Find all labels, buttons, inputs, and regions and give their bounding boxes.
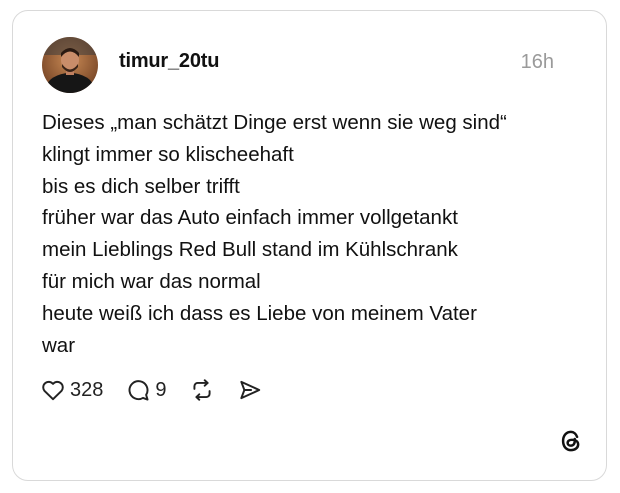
post-line: war (42, 333, 76, 357)
heart-icon (42, 380, 64, 401)
like-count: 328 (70, 378, 104, 401)
username[interactable]: timur_20tu (119, 50, 219, 73)
post-line: früher war das Auto einfach immer vollge… (42, 206, 458, 230)
reply-count: 9 (155, 378, 167, 401)
post-line: Dieses „man schätzt Dinge erst wenn sie … (42, 111, 507, 134)
share-button[interactable] (237, 377, 263, 403)
post-line: klingt immer so klischeehaft (42, 142, 294, 166)
post-line: mein Lieblings Red Bull stand im Kühlsch… (42, 238, 458, 262)
comment-icon (128, 380, 149, 401)
repost-icon (192, 379, 211, 401)
post-line: für mich war das normal (42, 269, 261, 293)
threads-logo-icon[interactable] (558, 428, 584, 454)
post-line: bis es dich selber trifft (42, 174, 240, 198)
post-line: heute weiß ich dass es Liebe von meinem … (42, 301, 477, 325)
reply-button[interactable]: 9 (125, 377, 167, 403)
like-button[interactable]: 328 (40, 377, 103, 403)
repost-button[interactable] (189, 377, 215, 403)
send-icon (239, 380, 260, 400)
post-text: Dieses „man schätzt Dinge erst wenn sie … (42, 107, 582, 361)
post-actions: 328 9 (40, 375, 263, 405)
post-timestamp: 16h (520, 51, 554, 73)
avatar-photo (42, 37, 98, 93)
avatar[interactable] (42, 37, 98, 93)
